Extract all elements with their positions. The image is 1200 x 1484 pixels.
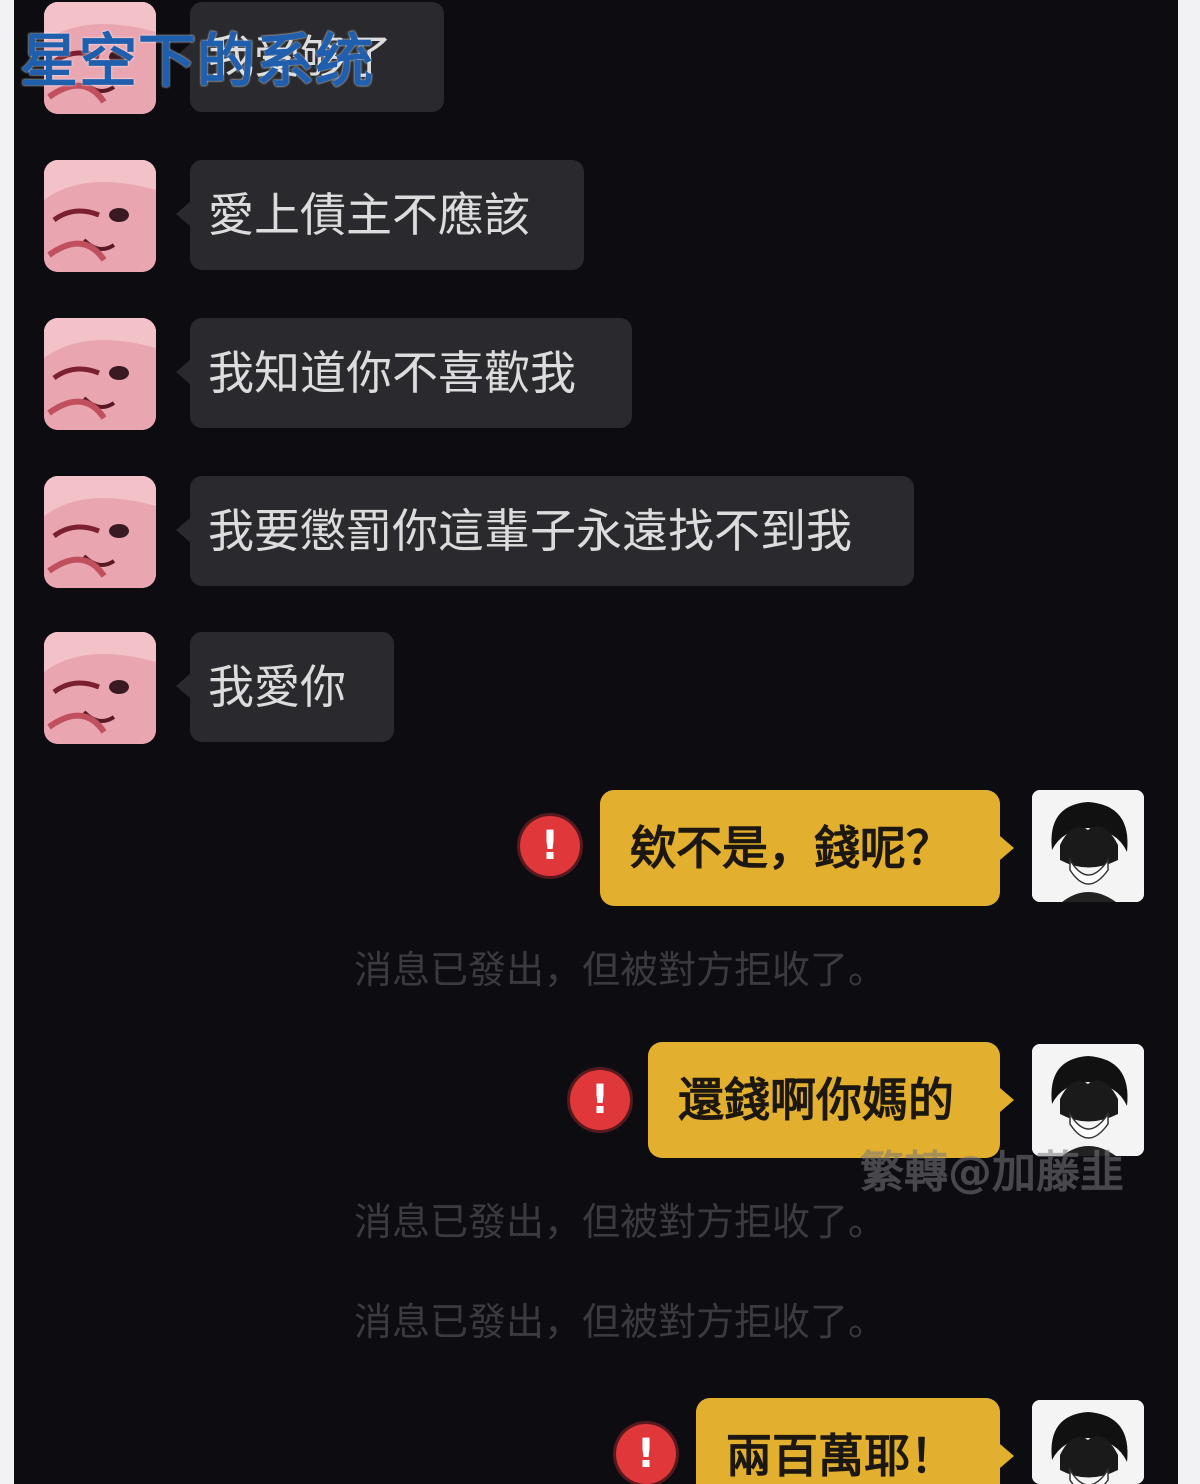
message-text: 欸不是，錢呢？: [630, 821, 952, 875]
message-text: 還錢啊你媽的: [678, 1073, 954, 1127]
rejected-notice: 消息已發出，但被對方拒收了。: [353, 1200, 886, 1244]
my-avatar-icon[interactable]: [1032, 790, 1144, 902]
rejected-notice: 消息已發出，但被對方拒收了。: [353, 948, 886, 992]
rejected-notice: 消息已發出，但被對方拒收了。: [353, 1300, 886, 1344]
contact-avatar-icon[interactable]: [44, 476, 156, 588]
send-failed-icon[interactable]: !: [616, 1424, 676, 1484]
contact-avatar-icon[interactable]: [44, 160, 156, 272]
my-avatar-icon[interactable]: [1032, 1400, 1144, 1484]
message-text: 我知道你不喜歡我: [208, 346, 576, 400]
incoming-message-bubble[interactable]: 我要懲罰你這輩子永遠找不到我: [176, 476, 914, 586]
contact-avatar-icon[interactable]: [44, 632, 156, 744]
chat-screen: 我受够了 愛上債主不應該 我知道你不喜歡我 我要懲罰你這輩子永遠找不到我 我愛你…: [0, 0, 1200, 1484]
outgoing-message-bubble[interactable]: 兩百萬耶！: [696, 1398, 1014, 1484]
watermark-text: 繁轉@加藤韭: [860, 1147, 1124, 1198]
incoming-message-bubble[interactable]: 我愛你: [176, 632, 394, 742]
message-text: 我要懲罰你這輩子永遠找不到我: [208, 504, 852, 558]
watermark-text: 星空下的系统: [20, 27, 375, 95]
contact-avatar-icon[interactable]: [44, 318, 156, 430]
message-text: 兩百萬耶！: [726, 1429, 956, 1483]
right-border: [1178, 0, 1200, 1484]
message-text: 我愛你: [208, 660, 346, 714]
message-text: 愛上債主不應該: [208, 188, 530, 242]
send-failed-icon[interactable]: !: [570, 1070, 630, 1130]
send-failed-icon[interactable]: !: [520, 816, 580, 876]
incoming-message-bubble[interactable]: 愛上債主不應該: [176, 160, 584, 270]
outgoing-message-bubble[interactable]: 欸不是，錢呢？: [600, 790, 1014, 906]
left-border: [0, 0, 14, 1484]
incoming-message-bubble[interactable]: 我知道你不喜歡我: [176, 318, 632, 428]
